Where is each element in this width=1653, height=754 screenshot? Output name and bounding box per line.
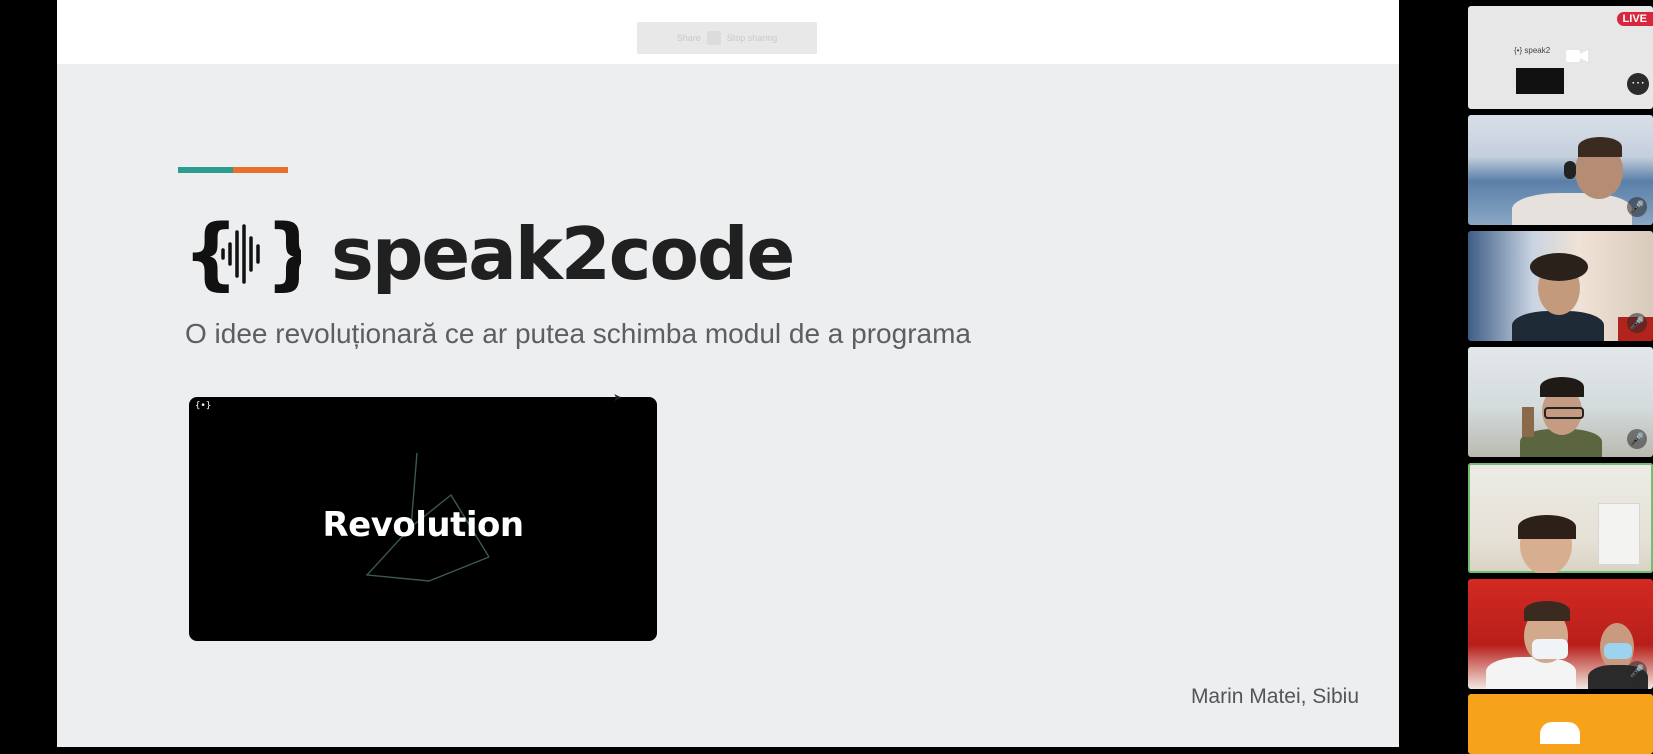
participant-tile-5[interactable]: 🎤	[1468, 579, 1653, 689]
embedded-video[interactable]: {•} Revolution	[189, 397, 657, 641]
accent-teal	[178, 167, 233, 173]
soundwave-braces-icon: { }	[183, 209, 301, 299]
participant-tile-3[interactable]: 🎤	[1468, 347, 1653, 457]
stop-sharing-label[interactable]: Stop sharing	[727, 33, 778, 43]
slide-topbar: Share Stop sharing	[57, 0, 1399, 64]
participant-tile-2[interactable]: 🎤	[1468, 231, 1653, 341]
participants-strip: LIVE {•} speak2 ⋯ 🎤 🎤 🎤 🎤	[1468, 0, 1653, 754]
participant-tile-6[interactable]	[1468, 694, 1653, 754]
preview-video-thumbnail	[1516, 68, 1564, 94]
more-options-icon[interactable]: ⋯	[1627, 73, 1649, 95]
svg-text:}: }	[265, 209, 301, 299]
video-title: Revolution	[322, 505, 524, 545]
share-label[interactable]: Share	[677, 33, 701, 43]
screen-share-toolbar[interactable]: Share Stop sharing	[637, 22, 817, 54]
share-toggle-icon[interactable]	[706, 31, 721, 45]
participant-tile-4[interactable]	[1468, 463, 1653, 573]
live-badge: LIVE	[1616, 12, 1653, 26]
preview-slide-title: {•} speak2	[1514, 46, 1551, 55]
presenter-credit: Marin Matei, Sibiu	[1190, 685, 1359, 708]
mic-muted-icon: 🎤	[1627, 197, 1647, 217]
participant-tile-1[interactable]: 🎤	[1468, 115, 1653, 225]
mic-muted-icon: 🎤	[1627, 313, 1647, 333]
mouse-cursor-icon: ➤	[613, 392, 623, 404]
slide-tagline: O idee revoluționară ce ar putea schimba…	[185, 318, 971, 349]
camera-icon[interactable]	[1566, 48, 1588, 64]
mic-muted-icon: 🎤	[1627, 661, 1647, 681]
brand-name: speak2code	[331, 212, 795, 296]
brand-logo: { } speak2code	[183, 206, 795, 302]
mic-muted-icon: 🎤	[1627, 429, 1647, 449]
screen-share-preview-tile[interactable]: LIVE {•} speak2 ⋯	[1468, 6, 1653, 109]
app-avatar-icon	[1540, 722, 1580, 744]
shared-slide: Share Stop sharing { } speak2code O idee…	[57, 0, 1399, 747]
accent-orange	[233, 167, 288, 173]
accent-bar	[178, 167, 288, 173]
